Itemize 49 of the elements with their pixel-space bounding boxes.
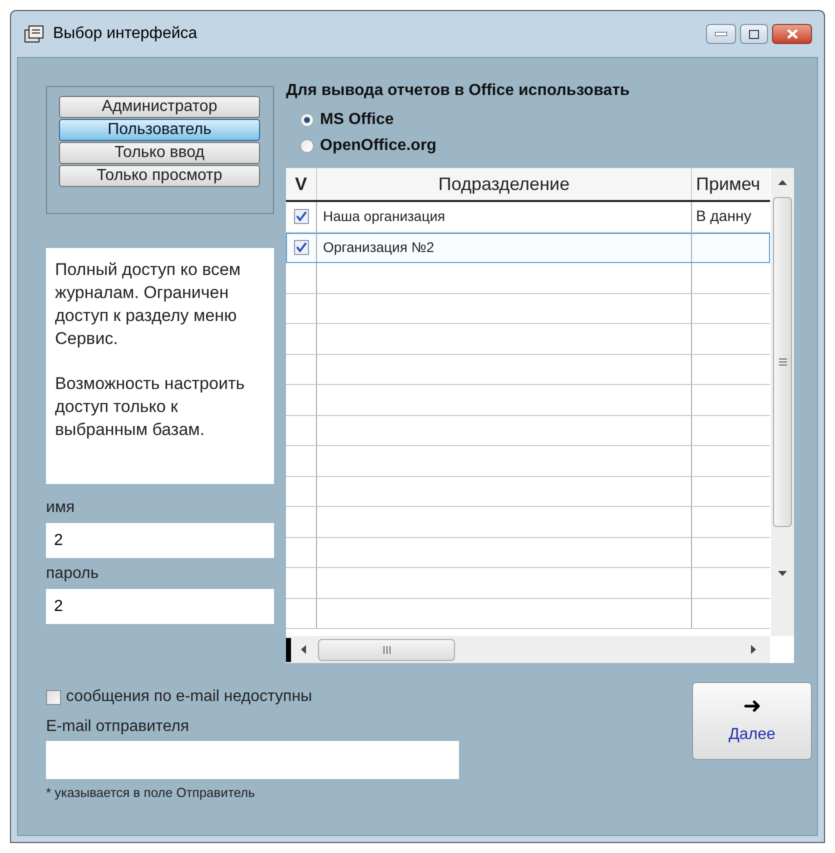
name-label: имя (46, 498, 76, 518)
radio-label: OpenOffice.org (320, 136, 436, 156)
arrow-icon: ➜ (743, 695, 761, 717)
scroll-down-icon[interactable] (778, 571, 787, 576)
checkbox[interactable] (294, 240, 308, 255)
checkbox[interactable] (294, 209, 308, 224)
role-button[interactable]: Только ввод (59, 142, 260, 164)
grip-icon (382, 646, 390, 654)
footnote: * указывается в поле Отправитель (46, 784, 256, 802)
minimize-icon (715, 32, 727, 36)
scroll-up-icon[interactable] (778, 180, 787, 185)
password-field[interactable]: 2 (46, 589, 274, 624)
checkbox-label: сообщения по e-mail недоступны (66, 687, 312, 707)
radio-button[interactable] (300, 139, 314, 153)
role-button[interactable]: Администратор (59, 96, 260, 118)
minimize-button[interactable] (706, 24, 736, 44)
table-cell-text: Наша организация (323, 207, 446, 226)
name-field[interactable]: 2 (46, 523, 274, 558)
checkbox[interactable] (46, 690, 61, 704)
password-label: пароль (46, 564, 100, 584)
radio-label: MS Office (320, 110, 394, 130)
scroll-right-icon[interactable] (751, 645, 756, 654)
description-text: Возможность настроить доступ только к выбранным базам. (55, 373, 246, 441)
table-cell-text: В данну (696, 206, 752, 226)
vertical-scrollbar[interactable] (771, 168, 794, 636)
scroll-thumb[interactable] (318, 638, 455, 660)
column-header[interactable]: Подразделение (317, 168, 692, 200)
role-button[interactable]: Только просмотр (59, 165, 260, 187)
description-text: Полный доступ ко всем журналам. Ограничен доступ к разделу меню Сервис. (55, 259, 242, 350)
table-cell-text: Организация №2 (323, 238, 434, 257)
column-header[interactable]: Примеч (692, 168, 770, 200)
sender-email-field[interactable] (46, 741, 459, 779)
window-title: Выбор интерфейса (53, 24, 198, 44)
next-button[interactable]: ➜ Далее (692, 682, 812, 760)
sender-label: E-mail отправителя (46, 717, 190, 737)
office-heading: Для вывода отчетов в Office использовать (286, 81, 631, 101)
cabinet-icon (23, 24, 45, 44)
radio-button[interactable] (300, 113, 314, 127)
record-marker (286, 638, 291, 662)
horizontal-scrollbar[interactable] (286, 636, 770, 663)
grip-icon (778, 358, 786, 366)
role-button[interactable]: Пользователь (59, 119, 260, 141)
close-button[interactable] (772, 24, 812, 44)
close-icon (786, 29, 798, 39)
maximize-button[interactable] (740, 24, 768, 44)
column-header[interactable]: V (286, 168, 317, 200)
scroll-left-icon[interactable] (301, 645, 306, 654)
maximize-icon (749, 30, 759, 38)
scroll-thumb[interactable] (773, 197, 792, 527)
